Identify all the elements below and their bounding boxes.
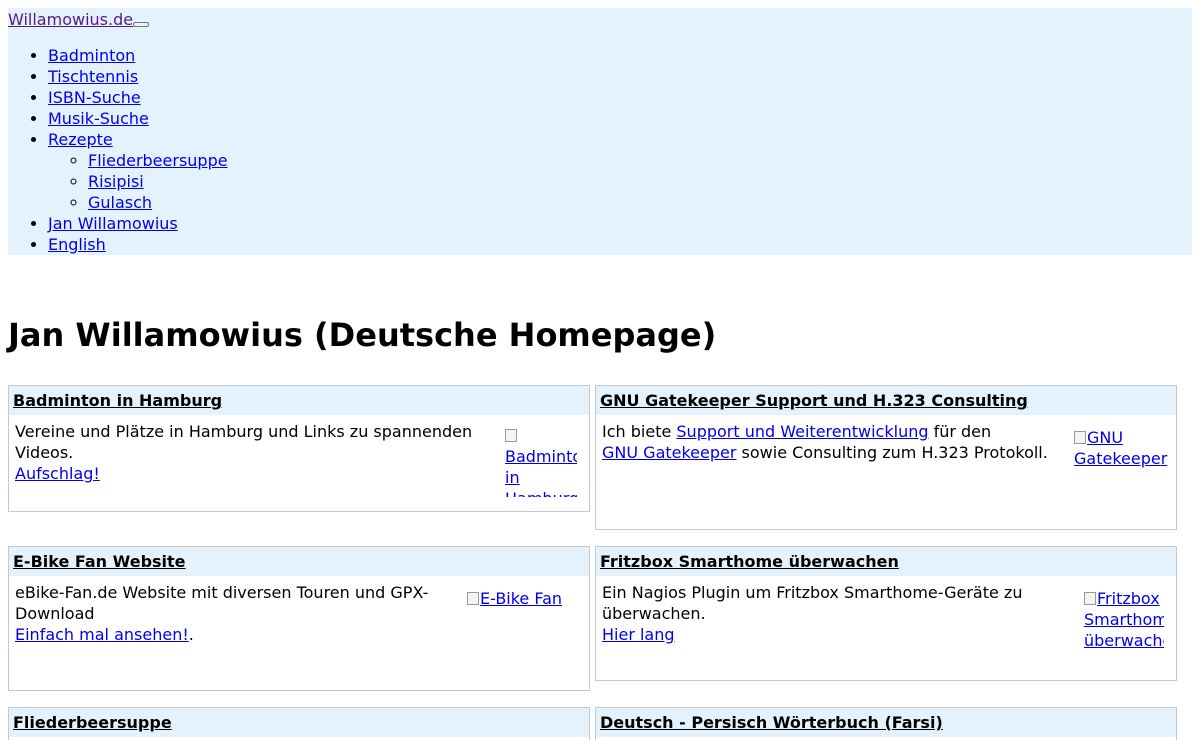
support-link[interactable]: Support und Weiterentwicklung bbox=[676, 422, 928, 441]
card-header: E-Bike Fan Website bbox=[9, 547, 589, 576]
nav-item-musik-suche: Musik-Suche bbox=[48, 108, 228, 129]
card-fliederbeersuppe: Fliederbeersuppe bbox=[8, 707, 590, 740]
gnu-gatekeeper-link[interactable]: GNU Gatekeeper bbox=[602, 443, 736, 462]
card-title-link[interactable]: Fliederbeersuppe bbox=[13, 713, 172, 732]
card-title-link[interactable]: E-Bike Fan Website bbox=[13, 552, 186, 571]
brand-link[interactable]: Willamowius.de bbox=[8, 10, 133, 30]
card-header: Deutsch - Persisch Wörterbuch (Farsi) bbox=[596, 708, 1176, 737]
card-title-link[interactable]: Deutsch - Persisch Wörterbuch (Farsi) bbox=[600, 713, 943, 732]
card-text-after: . bbox=[188, 625, 194, 644]
nav-link-tischtennis[interactable]: Tischtennis bbox=[48, 67, 138, 86]
submenu-link-gulasch[interactable]: Gulasch bbox=[88, 193, 152, 212]
card-header: Fliederbeersuppe bbox=[9, 708, 589, 737]
card-image-alt: GNU Gatekeeper bbox=[1074, 428, 1168, 468]
submenu-item-risipisi: Risipisi bbox=[88, 171, 228, 192]
broken-image-icon bbox=[467, 592, 479, 605]
card-link[interactable]: Hier lang bbox=[602, 625, 675, 644]
nav-item-jan-willamowius: Jan Willamowius bbox=[48, 213, 228, 234]
nav-item-english: English bbox=[48, 234, 228, 255]
card-link[interactable]: Einfach mal ansehen! bbox=[15, 625, 189, 644]
card-header: Badminton in Hamburg bbox=[9, 386, 589, 415]
card-image[interactable]: GNU Gatekeeper bbox=[1074, 427, 1170, 471]
submenu-link-risipisi[interactable]: Risipisi bbox=[88, 172, 144, 191]
card-image[interactable]: Fritzbox Smarthome überwachen bbox=[1084, 588, 1164, 652]
rezepte-submenu: Fliederbeersuppe Risipisi Gulasch bbox=[48, 150, 228, 213]
nav-link-isbn-suche[interactable]: ISBN-Suche bbox=[48, 88, 141, 107]
card-body: Vereine und Plätze in Hamburg und Links … bbox=[9, 415, 589, 497]
nav-list: Badminton Tischtennis ISBN-Suche Musik-S… bbox=[8, 45, 228, 255]
broken-image-icon bbox=[1074, 431, 1086, 444]
card-text-post: sowie Consulting zum H.323 Protokoll. bbox=[736, 443, 1048, 462]
submenu-link-fliederbeersuppe[interactable]: Fliederbeersuppe bbox=[88, 151, 228, 170]
card-image[interactable]: Badminton in Hamburg bbox=[505, 425, 577, 497]
card-gnu-gatekeeper: GNU Gatekeeper Support und H.323 Consult… bbox=[595, 385, 1177, 530]
submenu-item-fliederbeersuppe: Fliederbeersuppe bbox=[88, 150, 228, 171]
nav-link-badminton[interactable]: Badminton bbox=[48, 46, 135, 65]
card-header: Fritzbox Smarthome überwachen bbox=[596, 547, 1176, 576]
card-text: eBike-Fan.de Website mit diversen Touren… bbox=[15, 583, 429, 623]
broken-image-icon bbox=[505, 429, 517, 442]
navbar: Willamowius.de Badminton Tischtennis ISB… bbox=[8, 8, 1192, 255]
card-fritzbox: Fritzbox Smarthome überwachen Ein Nagios… bbox=[595, 546, 1177, 681]
card-image[interactable]: E-Bike Fan bbox=[467, 588, 577, 612]
nav-link-musik-suche[interactable]: Musik-Suche bbox=[48, 109, 149, 128]
card-title-link[interactable]: GNU Gatekeeper Support und H.323 Consult… bbox=[600, 391, 1028, 410]
page-title: Jan Willamowius (Deutsche Homepage) bbox=[8, 316, 717, 354]
nav-link-rezepte[interactable]: Rezepte bbox=[48, 130, 113, 149]
card-text-mid: für den bbox=[928, 422, 992, 441]
navbar-toggler-button[interactable] bbox=[133, 22, 149, 27]
nav-item-tischtennis: Tischtennis bbox=[48, 66, 228, 87]
card-image-alt: Fritzbox Smarthome überwachen bbox=[1084, 589, 1164, 650]
nav-link-english[interactable]: English bbox=[48, 235, 106, 254]
submenu-item-gulasch: Gulasch bbox=[88, 192, 228, 213]
card-body: Ein Nagios Plugin um Fritzbox Smarthome-… bbox=[596, 576, 1176, 650]
card-image-alt: Badminton in Hamburg bbox=[505, 447, 577, 497]
card-badminton: Badminton in Hamburg Vereine und Plätze … bbox=[8, 385, 590, 512]
nav-link-jan-willamowius[interactable]: Jan Willamowius bbox=[48, 214, 178, 233]
nav-item-badminton: Badminton bbox=[48, 45, 228, 66]
nav-item-rezepte: Rezepte Fliederbeersuppe Risipisi Gulasc… bbox=[48, 129, 228, 213]
card-title-link[interactable]: Badminton in Hamburg bbox=[13, 391, 222, 410]
card-deutsch-persisch: Deutsch - Persisch Wörterbuch (Farsi) bbox=[595, 707, 1177, 740]
card-text-pre: Ich biete bbox=[602, 422, 677, 441]
broken-image-icon bbox=[1084, 592, 1096, 605]
card-link[interactable]: Aufschlag! bbox=[15, 464, 100, 483]
nav-item-isbn-suche: ISBN-Suche bbox=[48, 87, 228, 108]
card-text: Vereine und Plätze in Hamburg und Links … bbox=[15, 422, 473, 462]
card-title-link[interactable]: Fritzbox Smarthome überwachen bbox=[600, 552, 899, 571]
card-body: Ich biete Support und Weiterentwicklung … bbox=[596, 415, 1176, 468]
card-ebike: E-Bike Fan Website eBike-Fan.de Website … bbox=[8, 546, 590, 691]
card-body: eBike-Fan.de Website mit diversen Touren… bbox=[9, 576, 589, 645]
card-text: Ein Nagios Plugin um Fritzbox Smarthome-… bbox=[602, 583, 1023, 623]
card-image-alt: E-Bike Fan bbox=[480, 589, 563, 608]
card-header: GNU Gatekeeper Support und H.323 Consult… bbox=[596, 386, 1176, 415]
